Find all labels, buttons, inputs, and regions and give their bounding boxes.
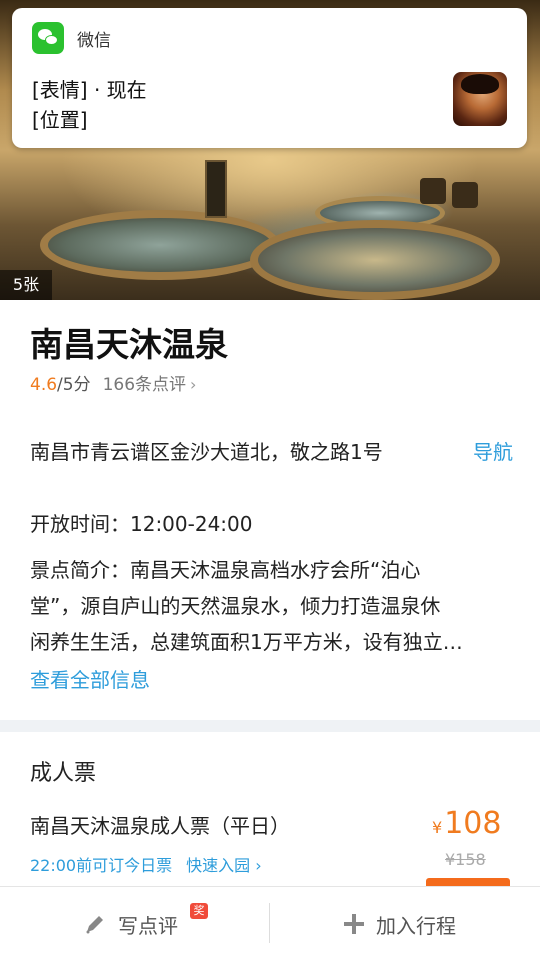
price-value: 108	[444, 806, 502, 841]
sender-avatar	[453, 72, 507, 126]
navigate-button[interactable]: 导航	[473, 436, 513, 465]
reward-badge: 奖	[190, 903, 208, 919]
ticket-section-title: 成人票	[30, 761, 97, 786]
intro-line: 闲养生生活，总建筑面积1万平方米，设有独立…	[30, 630, 463, 654]
add-to-trip-label: 加入行程	[376, 913, 456, 938]
hero-decor	[452, 182, 478, 208]
currency-symbol: ¥	[432, 818, 443, 837]
photo-count-badge[interactable]: 5张	[0, 270, 52, 300]
rating-row[interactable]: 4.6/5分 166条点评 ›	[30, 370, 196, 395]
intro-line: 景点简介：南昌天沐温泉高档水疗会所“泊心	[30, 558, 421, 582]
attraction-title: 南昌天沐温泉	[30, 325, 228, 364]
bar-separator	[269, 903, 270, 943]
wechat-icon	[32, 22, 64, 54]
chevron-right-icon: ›	[250, 856, 262, 875]
pen-icon	[84, 913, 106, 935]
rating-score: 4.6	[30, 375, 58, 395]
notification-message-location: [位置]	[32, 108, 88, 132]
write-review-label: 写点评	[118, 913, 178, 938]
attraction-intro: 景点简介：南昌天沐温泉高档水疗会所“泊心 堂”，源自庐山的天然温泉水，倾力打造温…	[30, 552, 510, 660]
hero-decor	[40, 210, 280, 280]
bottom-action-bar: 写点评 奖 加入行程	[0, 886, 540, 960]
view-all-info-link[interactable]: 查看全部信息	[30, 664, 150, 693]
hero-decor	[420, 178, 446, 204]
hero-decor	[205, 160, 227, 218]
intro-line: 堂”，源自庐山的天然温泉水，倾力打造温泉休	[30, 594, 441, 618]
add-to-trip-button[interactable]: 加入行程	[344, 887, 456, 960]
notification-message: [表情] · 现在	[32, 78, 147, 102]
ticket-price: ¥108	[432, 806, 501, 841]
write-review-button[interactable]: 写点评	[84, 887, 178, 960]
ticket-tag-booking: 22:00前可订今日票	[30, 856, 173, 875]
review-count-link[interactable]: 166条点评	[103, 375, 186, 395]
ticket-name[interactable]: 南昌天沐温泉成人票（平日）	[30, 810, 290, 839]
chevron-right-icon: ›	[190, 375, 197, 394]
notification-app-name: 微信	[77, 31, 111, 51]
section-divider	[0, 720, 540, 732]
ticket-tags: 22:00前可订今日票 快速入园 ›	[30, 852, 262, 876]
wechat-notification[interactable]: 微信 [表情] · 现在 [位置]	[12, 8, 527, 148]
opening-hours: 开放时间：12:00-24:00	[30, 512, 253, 536]
address-text: 南昌市青云谱区金沙大道北，敬之路1号	[30, 440, 383, 464]
original-price: ¥158	[445, 850, 486, 869]
plus-icon	[344, 914, 364, 934]
rating-scale: /5分	[57, 375, 91, 395]
hero-decor	[250, 220, 500, 300]
ticket-tag-fast-entry: 快速入园	[186, 856, 251, 875]
